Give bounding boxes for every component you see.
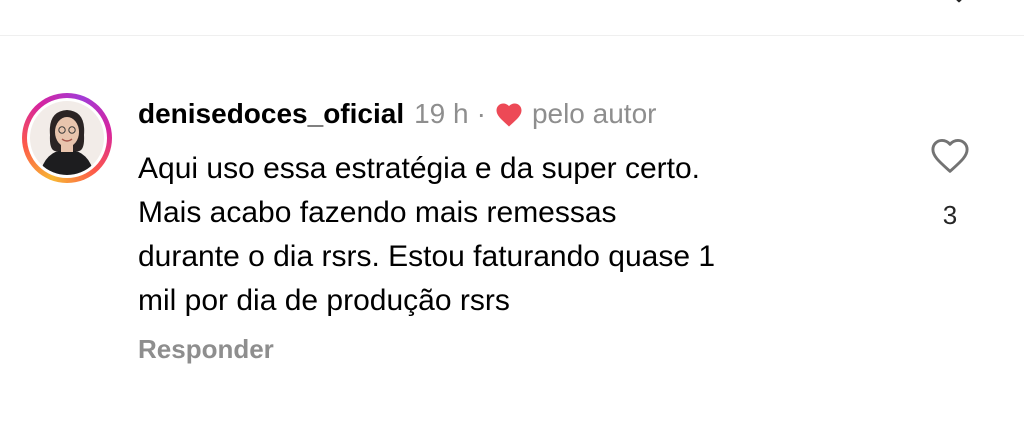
- comment-line: mil por dia de produção rsrs: [138, 284, 510, 317]
- avatar-image: [30, 101, 104, 175]
- like-count[interactable]: 3: [930, 200, 970, 231]
- avatar-story-ring[interactable]: [22, 93, 112, 183]
- top-divider: [0, 35, 1024, 36]
- heart-filled-icon: [496, 103, 522, 127]
- reply-button[interactable]: Responder: [138, 334, 274, 365]
- avatar[interactable]: [27, 98, 107, 178]
- username[interactable]: denisedoces_oficial: [138, 98, 404, 130]
- liked-by-author-label: pelo autor: [531, 98, 657, 129]
- comment-line: Aqui uso essa estratégia e da super cert…: [138, 152, 701, 185]
- comment-meta: denisedoces_oficial 19 h · pelo autor: [138, 96, 656, 132]
- timestamp: 19 h: [414, 98, 469, 129]
- separator-dot: ·: [476, 98, 486, 129]
- comment-line: Mais acabo fazendo mais remessas: [138, 196, 617, 229]
- comment-line: durante o dia rsrs. Estou faturando quas…: [138, 240, 716, 273]
- comment-text: Aqui uso essa estratégia e da super cert…: [138, 147, 898, 323]
- chevron-down-icon[interactable]: [946, 0, 972, 6]
- heart-outline-icon[interactable]: [928, 135, 972, 175]
